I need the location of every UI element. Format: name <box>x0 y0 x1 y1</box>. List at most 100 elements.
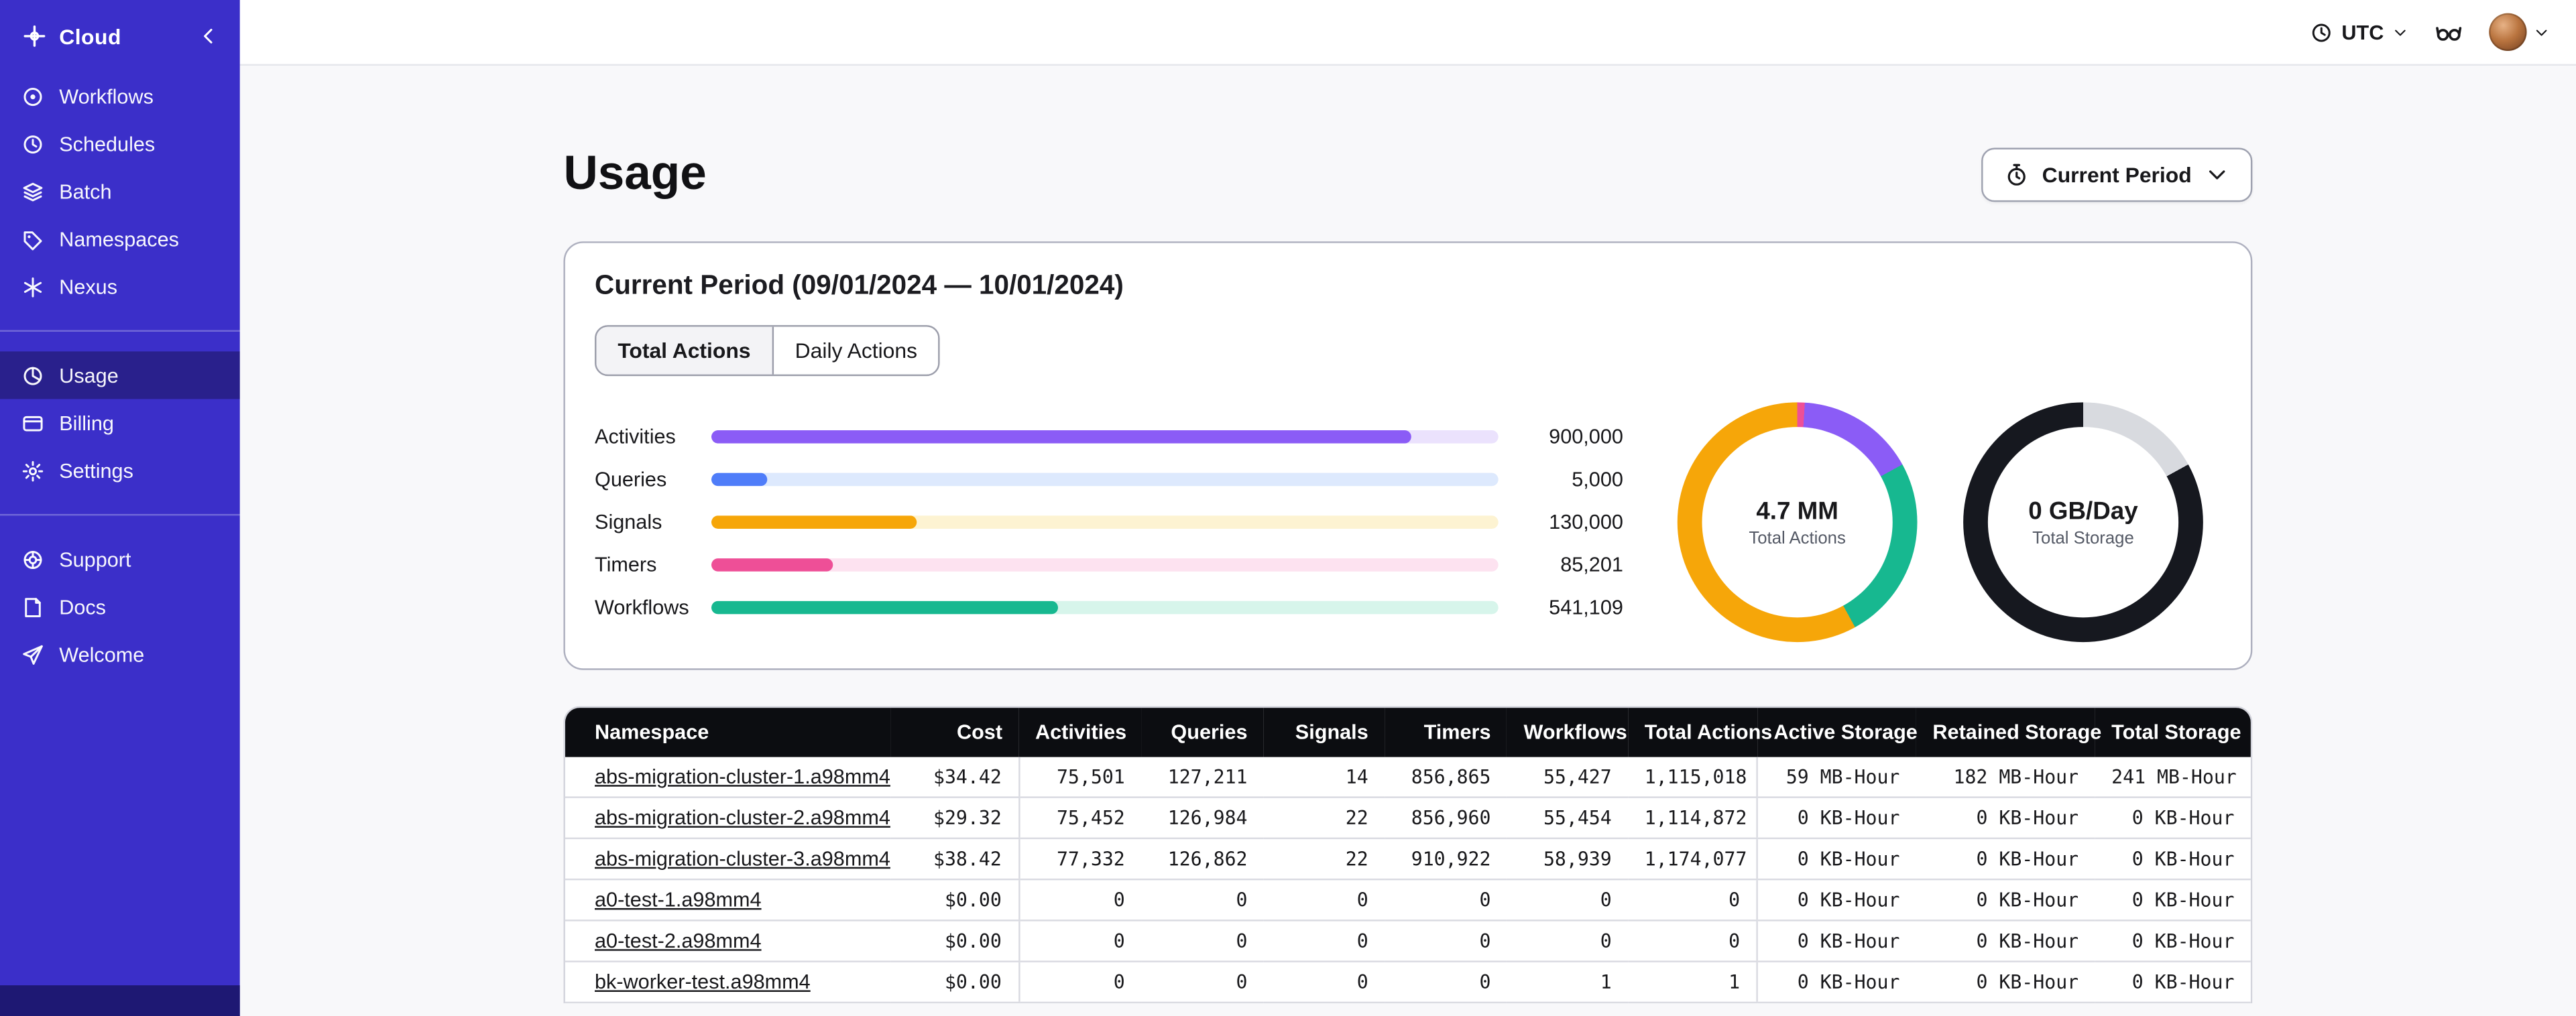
donut-ring: 4.7 MM Total Actions <box>1677 402 1918 643</box>
sidebar-item-usage[interactable]: Usage <box>0 351 240 399</box>
paper-plane-icon <box>21 643 44 665</box>
donut-hole: 4.7 MM Total Actions <box>1702 427 1893 618</box>
cell-total-actions: 0 <box>1628 920 1757 962</box>
col-header-queries: Queries <box>1141 708 1265 757</box>
bar-fill <box>711 600 1058 615</box>
sidebar: Cloud Workflows Schedules Batch Namespaces N… <box>0 0 240 1016</box>
timezone-label: UTC <box>2341 20 2384 44</box>
timezone-selector[interactable]: UTC <box>2310 21 2408 44</box>
bar-label: Signals <box>595 511 662 534</box>
cell-cost: $0.00 <box>889 920 1019 962</box>
sidebar-item-label: Namespaces <box>59 227 179 251</box>
bar-value: 85,201 <box>1560 553 1623 577</box>
sidebar-brand: Cloud <box>0 0 240 72</box>
sidebar-item-label: Welcome <box>59 643 145 666</box>
usage-table: Namespace Cost Activities Queries Signals Tim… <box>565 708 2251 1004</box>
cell-activities: 0 <box>1018 879 1142 922</box>
cell-workflows: 1 <box>1507 961 1629 1004</box>
namespace-link[interactable]: abs-migration-cluster-1.a98mm4 <box>595 765 890 788</box>
sidebar-item-support[interactable]: Support <box>0 535 240 583</box>
donut-center-sublabel: Total Storage <box>2032 527 2134 548</box>
cell-signals: 14 <box>1264 757 1385 798</box>
support-mode-button[interactable] <box>2435 18 2463 46</box>
sidebar-item-welcome[interactable]: Welcome <box>0 631 240 678</box>
sidebar-item-nexus[interactable]: Nexus <box>0 263 240 310</box>
namespace-link[interactable]: a0-test-2.a98mm4 <box>595 930 762 952</box>
sidebar-item-settings[interactable]: Settings <box>0 446 240 494</box>
sidebar-item-workflows[interactable]: Workflows <box>0 72 240 120</box>
sidebar-item-label: Batch <box>59 180 112 203</box>
bar-track <box>711 430 1499 444</box>
charts-row: Activities 900,000 Queries 5,000 Signals 130,… <box>595 402 2221 643</box>
cell-activities: 75,452 <box>1018 797 1142 840</box>
cell-cost: $38.42 <box>889 838 1019 881</box>
sidebar-collapse-button[interactable] <box>194 21 223 51</box>
sidebar-item-docs[interactable]: Docs <box>0 583 240 631</box>
cell-cost: $0.00 <box>889 879 1019 922</box>
bar-label: Workflows <box>595 596 689 619</box>
col-header-total-actions: Total Actions <box>1628 708 1772 757</box>
usage-icon <box>21 364 44 387</box>
donut-hole: 0 GB/Day Total Storage <box>1987 427 2179 618</box>
sidebar-item-billing[interactable]: Billing <box>0 399 240 446</box>
col-header-workflows: Workflows <box>1507 708 1629 757</box>
cell-namespace: abs-migration-cluster-3.a98mm4 <box>565 838 890 881</box>
namespace-link[interactable]: abs-migration-cluster-2.a98mm4 <box>595 806 890 829</box>
sidebar-item-namespaces[interactable]: Namespaces <box>0 215 240 263</box>
namespace-link[interactable]: abs-migration-cluster-3.a98mm4 <box>595 847 890 870</box>
cell-signals: 0 <box>1264 920 1385 962</box>
cell-retained-storage: 0 KB-Hour <box>1916 879 2095 922</box>
cell-timers: 0 <box>1385 920 1507 962</box>
cell-total-storage: 241 MB-Hour <box>2095 757 2251 798</box>
cell-timers: 856,960 <box>1385 797 1507 840</box>
cell-workflows: 58,939 <box>1507 838 1629 881</box>
bar-track <box>711 600 1499 615</box>
cell-namespace: abs-migration-cluster-1.a98mm4 <box>565 757 890 798</box>
cell-cost: $34.42 <box>889 757 1019 798</box>
sidebar-item-label: Docs <box>59 595 107 619</box>
bar-value: 130,000 <box>1549 511 1623 534</box>
tab-total-actions[interactable]: Total Actions <box>596 326 772 375</box>
sidebar-item-label: Nexus <box>59 275 118 298</box>
sidebar-item-label: Workflows <box>59 84 154 108</box>
tab-daily-actions[interactable]: Daily Actions <box>772 326 939 375</box>
sidebar-item-schedules[interactable]: Schedules <box>0 120 240 168</box>
cell-queries: 0 <box>1141 920 1265 962</box>
namespace-link[interactable]: bk-worker-test.a98mm4 <box>595 970 811 993</box>
cell-workflows: 55,454 <box>1507 797 1629 840</box>
col-header-retained-storage: Retained Storage <box>1916 708 2101 757</box>
cell-queries: 127,211 <box>1141 757 1265 798</box>
settings-icon <box>21 459 44 482</box>
col-header-signals: Signals <box>1264 708 1385 757</box>
cell-queries: 126,862 <box>1141 838 1265 881</box>
bar-row-workflows: Workflows 541,109 <box>595 586 1623 629</box>
cell-active-storage: 0 KB-Hour <box>1756 920 1916 962</box>
sidebar-item-label: Settings <box>59 458 133 483</box>
avatar <box>2489 13 2527 51</box>
cell-total-storage: 0 KB-Hour <box>2095 920 2251 962</box>
sidebar-item-label: Billing <box>59 411 114 435</box>
bar-fill <box>711 558 833 572</box>
namespace-link[interactable]: a0-test-1.a98mm4 <box>595 889 762 911</box>
table-row: bk-worker-test.a98mm4 $0.00 0 0 0 0 1 1 0 KB-Hou… <box>565 961 2251 1004</box>
main-content: Usage Current Period Current Period (09/… <box>239 66 2576 1016</box>
account-menu[interactable] <box>2489 13 2550 51</box>
app-window: Cloud Workflows Schedules Batch Namespaces N… <box>0 0 2576 1016</box>
period-selector-button[interactable]: Current Period <box>1981 147 2253 202</box>
bar-row-timers: Timers 85,201 <box>595 544 1623 586</box>
cell-signals: 22 <box>1264 838 1385 881</box>
cell-timers: 910,922 <box>1385 838 1507 881</box>
bar-value: 900,000 <box>1549 425 1623 448</box>
cell-active-storage: 0 KB-Hour <box>1756 961 1916 1004</box>
chevron-down-icon <box>2392 24 2409 41</box>
glasses-icon <box>2435 18 2463 46</box>
usage-card: Current Period (09/01/2024 — 10/01/2024)… <box>563 241 2253 670</box>
bar-row-signals: Signals 130,000 <box>595 501 1623 544</box>
sidebar-item-batch[interactable]: Batch <box>0 168 240 215</box>
sidebar-divider <box>0 513 240 516</box>
sidebar-divider <box>0 330 240 332</box>
topbar: UTC <box>239 0 2576 66</box>
cell-queries: 0 <box>1141 879 1265 922</box>
cell-active-storage: 0 KB-Hour <box>1756 838 1916 881</box>
col-header-cost: Cost <box>889 708 1019 757</box>
